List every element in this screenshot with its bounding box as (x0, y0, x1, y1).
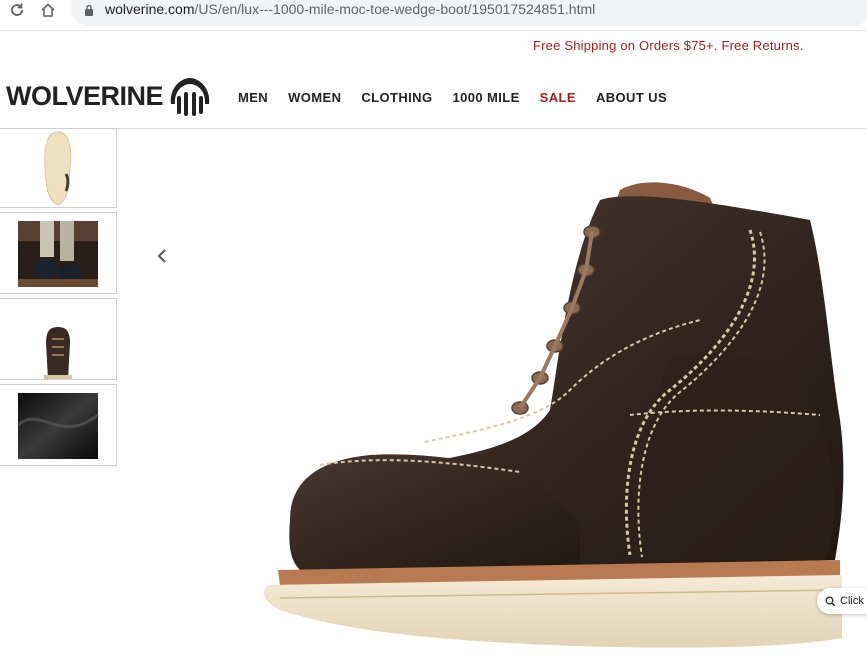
nav-clothing[interactable]: CLOTHING (361, 90, 432, 105)
thumbnail-front[interactable] (0, 298, 117, 380)
logo-wordmark: WOLVERINE (6, 80, 164, 111)
zoom-label: Click (840, 595, 864, 607)
nav-sale[interactable]: SALE (540, 90, 576, 105)
promo-banner[interactable]: Free Shipping on Orders $75+. Free Retur… (533, 38, 804, 53)
chevron-left-icon (157, 249, 166, 263)
nav-1000-mile[interactable]: 1000 MILE (452, 90, 519, 105)
nav-women[interactable]: WOMEN (288, 90, 341, 105)
magnifier-icon (825, 596, 836, 606)
boot-image (264, 182, 844, 648)
leather-detail-image (16, 393, 99, 459)
lifestyle-image (18, 221, 98, 287)
url-domain: wolverine.com (105, 1, 195, 17)
claw-logo-icon (170, 78, 210, 116)
url-path: /US/en/lux---1000-mile-moc-toe-wedge-boo… (194, 1, 596, 17)
home-icon[interactable] (38, 0, 58, 20)
nav-about-us[interactable]: ABOUT US (596, 90, 667, 105)
nav-men[interactable]: MEN (238, 90, 268, 105)
main-nav: MEN WOMEN CLOTHING 1000 MILE SALE ABOUT … (238, 90, 687, 105)
sole-image (44, 131, 72, 206)
zoom-button[interactable]: Click (817, 588, 867, 614)
lock-icon[interactable] (80, 0, 98, 20)
front-view-image (44, 327, 72, 379)
prev-image-button[interactable] (154, 246, 170, 266)
site-logo[interactable]: WOLVERINE (6, 74, 213, 118)
reload-icon[interactable] (7, 0, 27, 20)
browser-toolbar: wolverine.com/US/en/lux---1000-mile-moc-… (0, 0, 867, 31)
url-text[interactable]: wolverine.com/US/en/lux---1000-mile-moc-… (105, 1, 595, 17)
thumbnail-sole[interactable] (0, 128, 117, 208)
main-product-image[interactable] (250, 160, 867, 658)
thumbnail-lifestyle[interactable] (0, 212, 117, 294)
thumbnail-leather-detail[interactable] (0, 384, 117, 466)
